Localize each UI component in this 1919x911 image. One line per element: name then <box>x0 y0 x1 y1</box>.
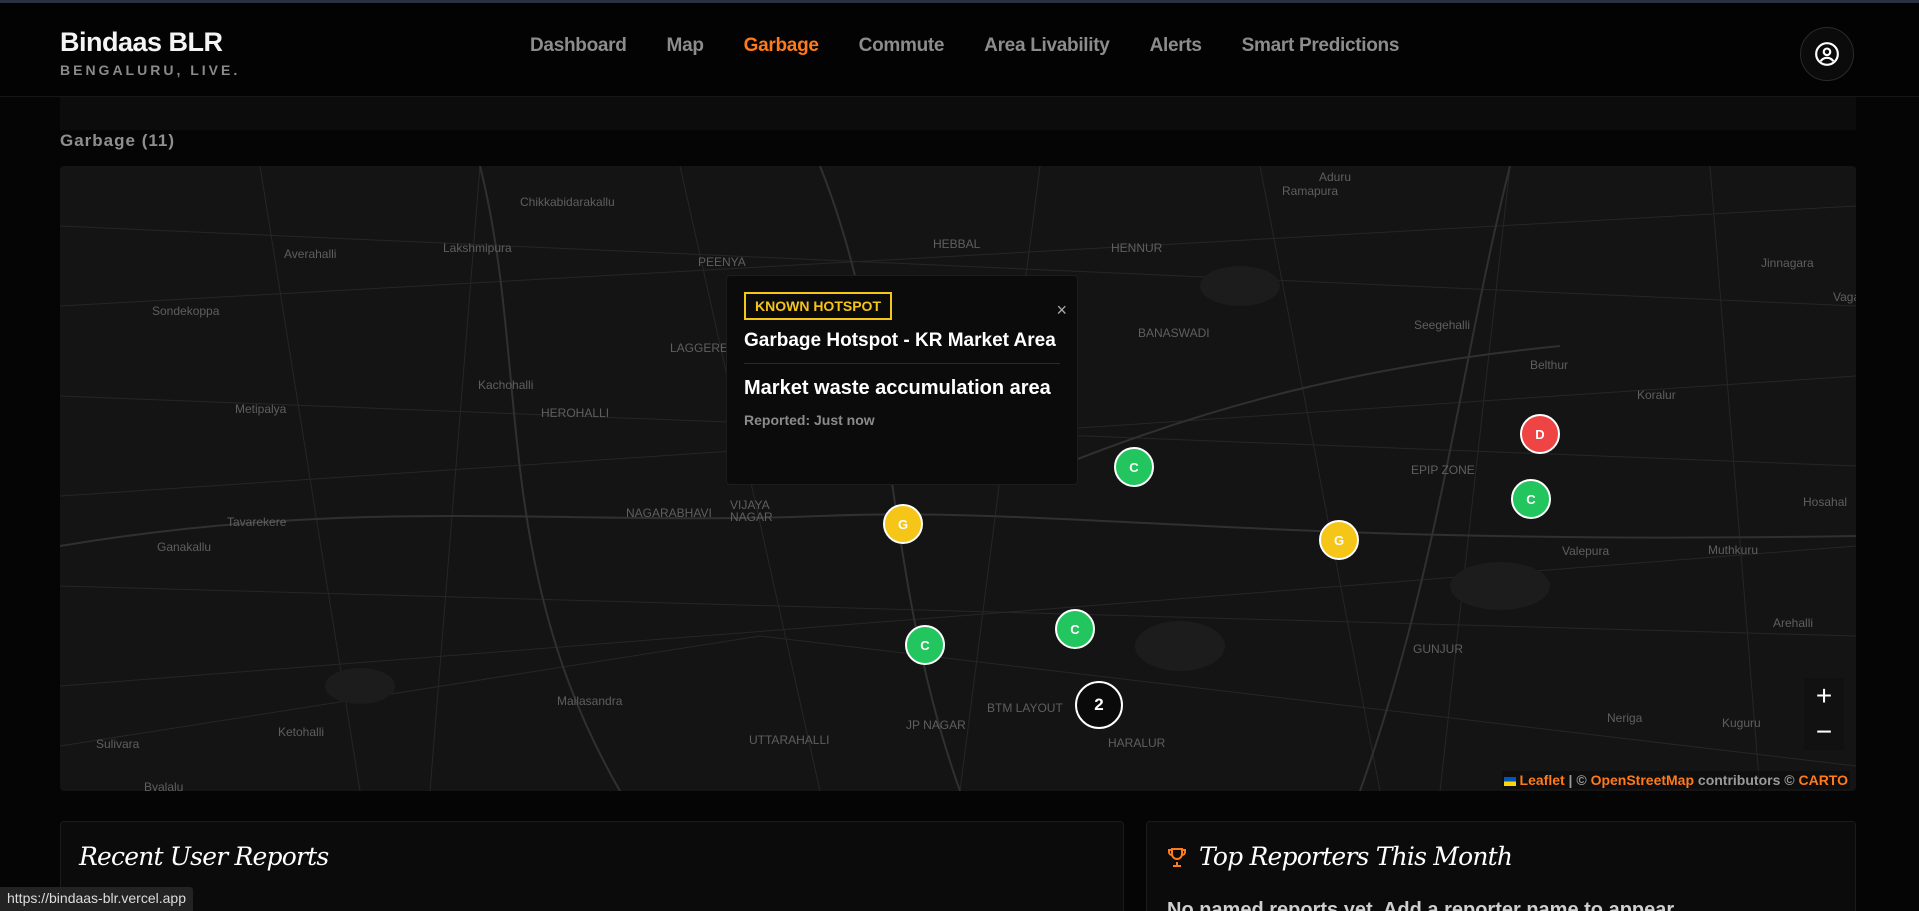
map-label: Kachohalli <box>478 378 534 392</box>
map-label: GUNJUR <box>1413 642 1463 656</box>
map-label: Chikkabidarakallu <box>520 195 615 209</box>
nav-garbage[interactable]: Garbage <box>744 35 819 57</box>
brand[interactable]: Bindaas BLR BENGALURU, LIVE. <box>60 27 241 79</box>
map-attribution: Leaflet | © OpenStreetMap contributors ©… <box>1501 771 1850 789</box>
recent-reports-card: Recent User Reports <box>60 821 1124 911</box>
map-label: BANASWADI <box>1138 326 1210 340</box>
attribution-separator: | © <box>1564 772 1591 788</box>
map-label: HEBBAL <box>933 237 981 251</box>
map-label: Tavarekere <box>227 515 287 529</box>
nav-commute[interactable]: Commute <box>859 35 945 57</box>
osm-link[interactable]: OpenStreetMap <box>1591 772 1694 788</box>
recent-reports-title: Recent User Reports <box>79 842 329 871</box>
nav-map[interactable]: Map <box>667 35 704 57</box>
section-label: Garbage (11) <box>60 131 175 150</box>
map-label: Hosahal <box>1803 495 1848 509</box>
nav-dashboard[interactable]: Dashboard <box>530 35 627 57</box>
map-label: Vaga <box>1833 290 1856 304</box>
top-reporters-header: Top Reporters This Month <box>1165 842 1513 871</box>
trophy-icon <box>1168 847 1186 867</box>
map-label: Metipalya <box>235 402 287 416</box>
map-label: PEENYA <box>698 255 746 269</box>
popup-timestamp: Reported: Just now <box>744 411 875 428</box>
map-label: HENNUR <box>1111 241 1163 255</box>
garbage-marker[interactable]: G <box>1319 520 1359 560</box>
top-navbar: Bindaas BLR BENGALURU, LIVE. Dashboard M… <box>0 0 1919 97</box>
top-reporters-card: Top Reporters This Month No named report… <box>1146 821 1856 911</box>
user-circle-icon <box>1815 42 1839 66</box>
zoom-control: + − <box>1804 678 1844 750</box>
map-label: LAGGERE <box>670 341 729 355</box>
map-label: EPIP ZONE <box>1411 463 1475 477</box>
attribution-contributors: contributors © <box>1694 772 1799 788</box>
map-label: Neriga <box>1607 711 1643 725</box>
map-label: Seegehalli <box>1414 318 1471 332</box>
profile-button[interactable] <box>1800 27 1854 81</box>
map-label: Ketohalli <box>278 725 325 739</box>
hotspot-popup: KNOWN HOTSPOT × Garbage Hotspot - KR Mar… <box>726 275 1078 485</box>
popup-description: Market waste accumulation area <box>744 376 1051 399</box>
close-icon[interactable]: × <box>1056 300 1067 321</box>
map-label: Mailasandra <box>557 694 623 708</box>
map-label: Kuguru <box>1722 716 1761 730</box>
map-label: Belthur <box>1530 358 1569 372</box>
map-label: Ganakallu <box>157 540 212 554</box>
map-label: Lakshmipura <box>443 241 512 255</box>
map-label: Jinnagara <box>1761 256 1814 270</box>
popup-title: Garbage Hotspot - KR Market Area <box>744 330 1060 364</box>
garbage-marker[interactable]: D <box>1520 414 1560 454</box>
map-label: BTM LAYOUT <box>987 701 1063 715</box>
status-bar-url: https://bindaas-blr.vercel.app <box>0 887 193 911</box>
garbage-map[interactable]: Chikkabidarakallu Averahalli Lakshmipura… <box>60 166 1856 791</box>
map-label: Ramapura <box>1282 184 1339 198</box>
marker-cluster[interactable]: 2 <box>1075 681 1123 729</box>
map-label: HEROHALLI <box>541 406 610 420</box>
nav-smart-predictions[interactable]: Smart Predictions <box>1242 35 1400 57</box>
top-reporters-title: Top Reporters This Month <box>1199 842 1513 871</box>
ukraine-flag-icon <box>1503 777 1516 786</box>
map-label: VIJAYA NAGAR <box>730 498 773 524</box>
map-label: UTTARAHALLI <box>749 733 830 747</box>
map-label: Averahalli <box>284 247 337 261</box>
leaflet-link[interactable]: Leaflet <box>1520 772 1565 788</box>
brand-title: Bindaas BLR <box>60 27 223 57</box>
map-label: Valepura <box>1562 544 1610 558</box>
hotspot-badge: KNOWN HOTSPOT <box>744 292 892 320</box>
map-label: Arehalli <box>1773 616 1814 630</box>
map-label: Sulivara <box>96 737 140 751</box>
map-label: Aduru <box>1319 170 1352 184</box>
zoom-out-button[interactable]: − <box>1804 714 1844 750</box>
nav-alerts[interactable]: Alerts <box>1150 35 1202 57</box>
zoom-in-button[interactable]: + <box>1804 678 1844 714</box>
map-label: Muthkuru <box>1708 543 1759 557</box>
main-nav: Dashboard Map Garbage Commute Area Livab… <box>530 35 1439 57</box>
garbage-marker[interactable]: C <box>905 625 945 665</box>
garbage-marker[interactable]: G <box>883 504 923 544</box>
garbage-marker[interactable]: C <box>1114 447 1154 487</box>
carto-link[interactable]: CARTO <box>1798 772 1848 788</box>
map-label: Koralur <box>1637 388 1676 402</box>
map-label: NAGARABHAVI <box>626 506 712 520</box>
map-label: Sondekoppa <box>152 304 220 318</box>
brand-subtitle: BENGALURU, LIVE. <box>60 62 241 78</box>
filter-strip <box>60 97 1856 130</box>
map-label: Byalalu <box>144 780 184 791</box>
map-label: JP NAGAR <box>906 718 966 732</box>
nav-area-livability[interactable]: Area Livability <box>984 35 1110 57</box>
garbage-marker[interactable]: C <box>1511 479 1551 519</box>
top-reporters-empty-text: No named reports yet. Add a reporter nam… <box>1167 899 1675 911</box>
map-label: HARALUR <box>1108 736 1166 750</box>
garbage-marker[interactable]: C <box>1055 609 1095 649</box>
